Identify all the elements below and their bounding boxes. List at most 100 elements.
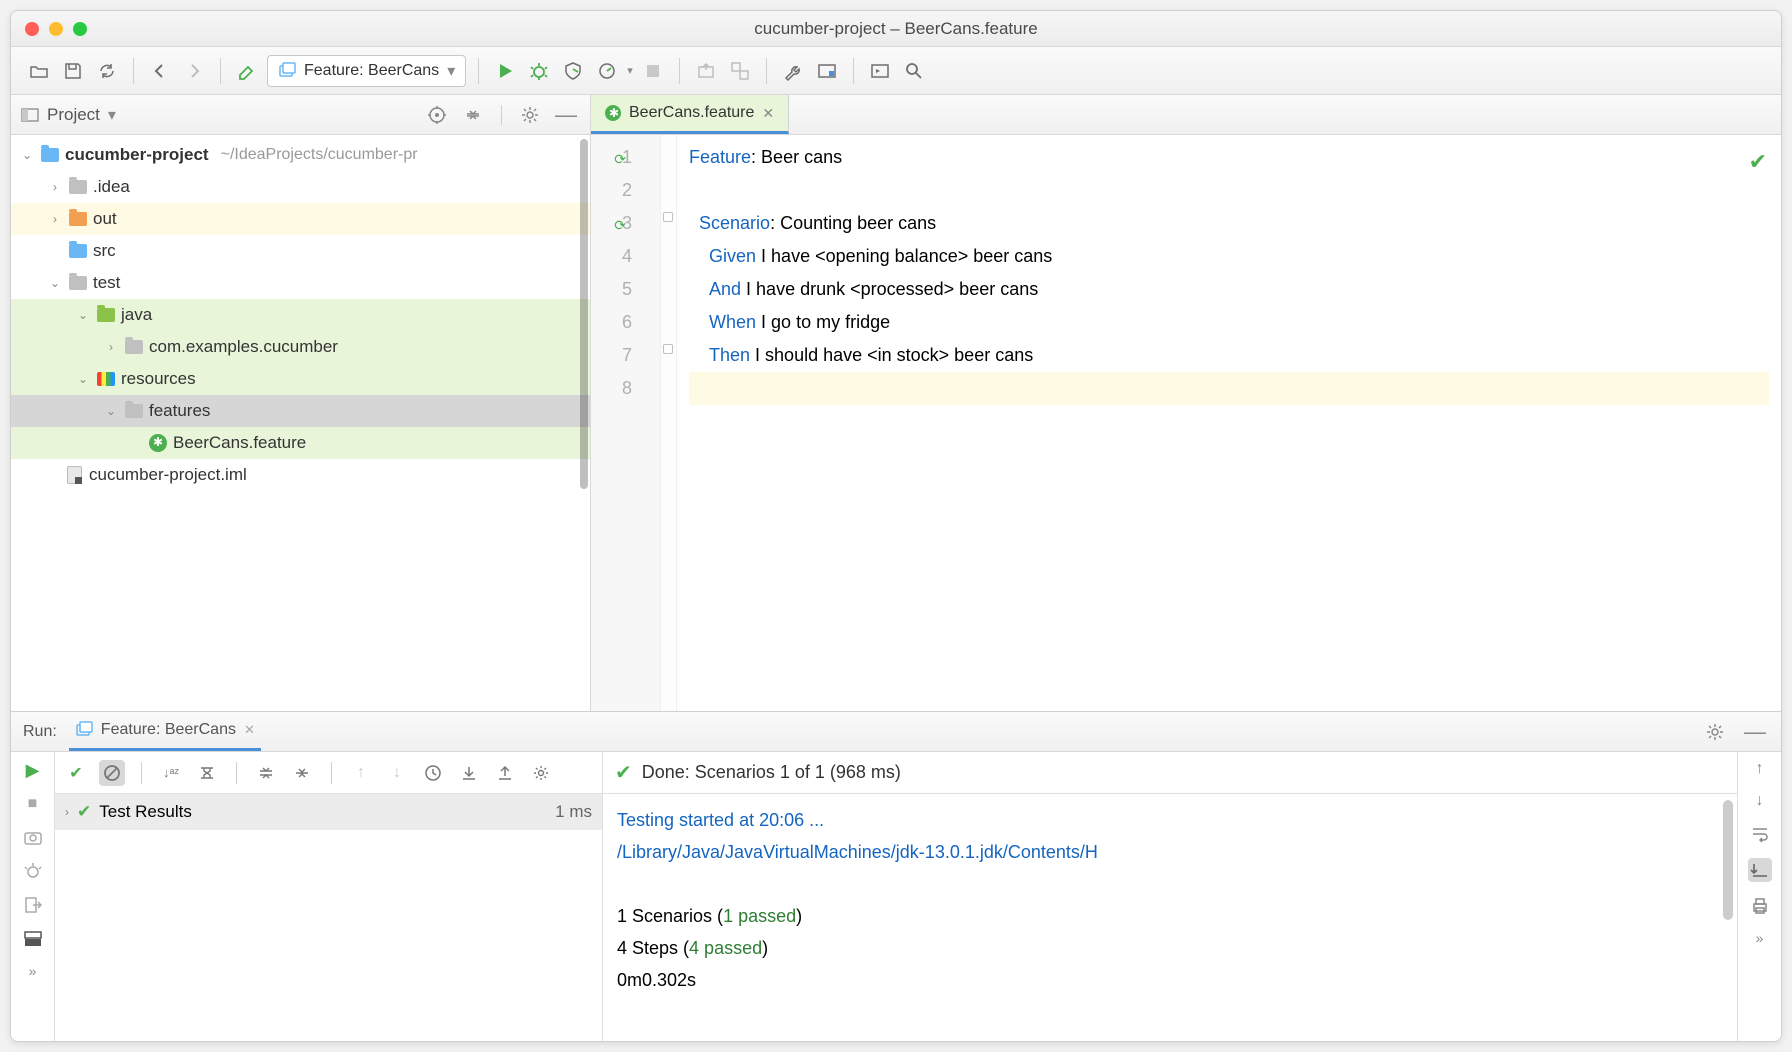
debug-icon[interactable] [525, 57, 553, 85]
scroll-up-icon[interactable]: ↑ [1756, 760, 1764, 778]
layout-icon[interactable] [23, 929, 43, 949]
run-icon[interactable] [491, 57, 519, 85]
hide-icon[interactable]: — [552, 101, 580, 129]
expand-icon[interactable]: ⌄ [75, 308, 91, 322]
gear-icon[interactable] [516, 101, 544, 129]
scroll-down-icon[interactable]: ↓ [1756, 792, 1764, 810]
history-icon[interactable] [420, 760, 446, 786]
export-icon[interactable] [492, 760, 518, 786]
rerun-icon[interactable]: ▶ [26, 760, 40, 781]
run-body: ▶ ■ » ✔ ↓ᵃᶻ ↑ [11, 752, 1781, 1041]
expand-icon[interactable]: › [47, 212, 63, 226]
expand-icon[interactable]: ⌄ [75, 372, 91, 386]
settings-icon[interactable] [779, 57, 807, 85]
sort-alpha-icon[interactable]: ↓ᵃᶻ [158, 760, 184, 786]
tree-item-feature-file[interactable]: BeerCans.feature [11, 427, 590, 459]
more-icon[interactable]: » [29, 963, 37, 979]
back-icon[interactable] [146, 57, 174, 85]
scrollbar[interactable] [580, 139, 588, 489]
ide-window: cucumber-project – BeerCans.feature Feat… [10, 10, 1782, 1042]
run-tool-window: Run: Feature: BeerCans ✕ — ▶ ■ » [11, 711, 1781, 1041]
project-tree[interactable]: ⌄ cucumber-project ~/IdeaProjects/cucumb… [11, 135, 590, 711]
console-output[interactable]: Testing started at 20:06 ... /Library/Ja… [603, 794, 1737, 1041]
expand-all-icon[interactable] [253, 760, 279, 786]
run-anything-icon[interactable] [866, 57, 894, 85]
run-tab[interactable]: Feature: BeerCans ✕ [69, 712, 261, 751]
gear-icon[interactable] [528, 760, 554, 786]
tree-item-package[interactable]: › com.examples.cucumber [11, 331, 590, 363]
expand-icon[interactable]: › [47, 180, 63, 194]
tree-item-out[interactable]: › out [11, 203, 590, 235]
chevron-down-icon: ▾ [447, 61, 455, 81]
close-window-button[interactable] [25, 22, 39, 36]
prev-failed-icon[interactable]: ↑ [348, 760, 374, 786]
gear-icon[interactable] [1701, 718, 1729, 746]
run-config-selector[interactable]: Feature: BeerCans ▾ [267, 55, 466, 87]
tree-item-features[interactable]: ⌄ features [11, 395, 590, 427]
tree-item-src[interactable]: › src [11, 235, 590, 267]
show-passed-icon[interactable]: ✔ [63, 760, 89, 786]
status-text: Done: Scenarios 1 of 1 (968 ms) [642, 762, 901, 783]
forward-icon[interactable] [180, 57, 208, 85]
screenshot-icon[interactable] [23, 827, 43, 847]
expand-icon[interactable]: ⌄ [19, 148, 35, 162]
tree-item-test[interactable]: ⌄ test [11, 267, 590, 299]
import-icon[interactable] [456, 760, 482, 786]
run-config-label: Feature: BeerCans [304, 62, 439, 80]
run-gutter-icon[interactable]: ⟳ [614, 143, 626, 176]
save-icon[interactable] [59, 57, 87, 85]
close-tab-icon[interactable]: ✕ [762, 105, 774, 122]
editor-tab[interactable]: BeerCans.feature ✕ [591, 95, 789, 134]
minimize-window-button[interactable] [49, 22, 63, 36]
expand-icon[interactable]: ⌄ [103, 404, 119, 418]
hide-icon[interactable]: — [1741, 718, 1769, 746]
zoom-window-button[interactable] [73, 22, 87, 36]
sync-icon[interactable] [93, 57, 121, 85]
scroll-to-end-icon[interactable] [1748, 858, 1772, 882]
vcs-update-icon[interactable] [692, 57, 720, 85]
open-icon[interactable] [25, 57, 53, 85]
vcs-commit-icon[interactable] [726, 57, 754, 85]
tree-item-idea[interactable]: › .idea [11, 171, 590, 203]
chevron-down-icon[interactable]: ▾ [108, 105, 116, 125]
inspection-ok-icon[interactable]: ✔ [1749, 145, 1767, 178]
locate-icon[interactable] [423, 101, 451, 129]
exit-icon[interactable] [23, 895, 43, 915]
next-failed-icon[interactable]: ↓ [384, 760, 410, 786]
chevron-down-icon[interactable]: ▾ [627, 64, 633, 77]
collapse-all-icon[interactable] [459, 101, 487, 129]
close-icon[interactable]: ✕ [244, 722, 255, 738]
stop-icon[interactable]: ■ [28, 795, 38, 813]
show-ignored-icon[interactable] [99, 760, 125, 786]
folder-icon [69, 212, 87, 226]
more-icon[interactable]: » [1756, 930, 1764, 946]
print-icon[interactable] [1750, 896, 1770, 916]
project-tool-window: Project ▾ — ⌄ cucumber-project ~/IdeaPro… [11, 95, 591, 711]
code-editor[interactable]: 1⟳ 2 3⟳ 4 5 6 7 8 Feature: Beer cans S [591, 135, 1781, 711]
tree-item-java[interactable]: ⌄ java [11, 299, 590, 331]
expand-icon[interactable]: › [103, 340, 119, 354]
scrollbar[interactable] [1723, 800, 1733, 920]
test-results-root[interactable]: › ✔ Test Results 1 ms [55, 794, 602, 830]
expand-icon[interactable]: › [65, 805, 69, 819]
search-icon[interactable] [900, 57, 928, 85]
run-gutter-icon[interactable]: ⟳ [614, 209, 626, 242]
fold-toggle-icon[interactable] [663, 344, 673, 354]
debug-rerun-icon[interactable] [23, 861, 43, 881]
stop-icon[interactable] [639, 57, 667, 85]
project-structure-icon[interactable] [813, 57, 841, 85]
sort-duration-icon[interactable] [194, 760, 220, 786]
profile-icon[interactable] [593, 57, 621, 85]
tree-item-iml[interactable]: cucumber-project.iml [11, 459, 590, 491]
window-title: cucumber-project – BeerCans.feature [11, 19, 1781, 39]
coverage-icon[interactable] [559, 57, 587, 85]
tab-label: BeerCans.feature [629, 104, 754, 122]
collapse-all-icon[interactable] [289, 760, 315, 786]
fold-toggle-icon[interactable] [663, 212, 673, 222]
soft-wrap-icon[interactable] [1750, 824, 1770, 844]
build-icon[interactable] [233, 57, 261, 85]
tree-item-resources[interactable]: ⌄ resources [11, 363, 590, 395]
tree-root[interactable]: ⌄ cucumber-project ~/IdeaProjects/cucumb… [11, 139, 590, 171]
code-content[interactable]: Feature: Beer cans Scenario: Counting be… [677, 135, 1781, 711]
expand-icon[interactable]: ⌄ [47, 276, 63, 290]
